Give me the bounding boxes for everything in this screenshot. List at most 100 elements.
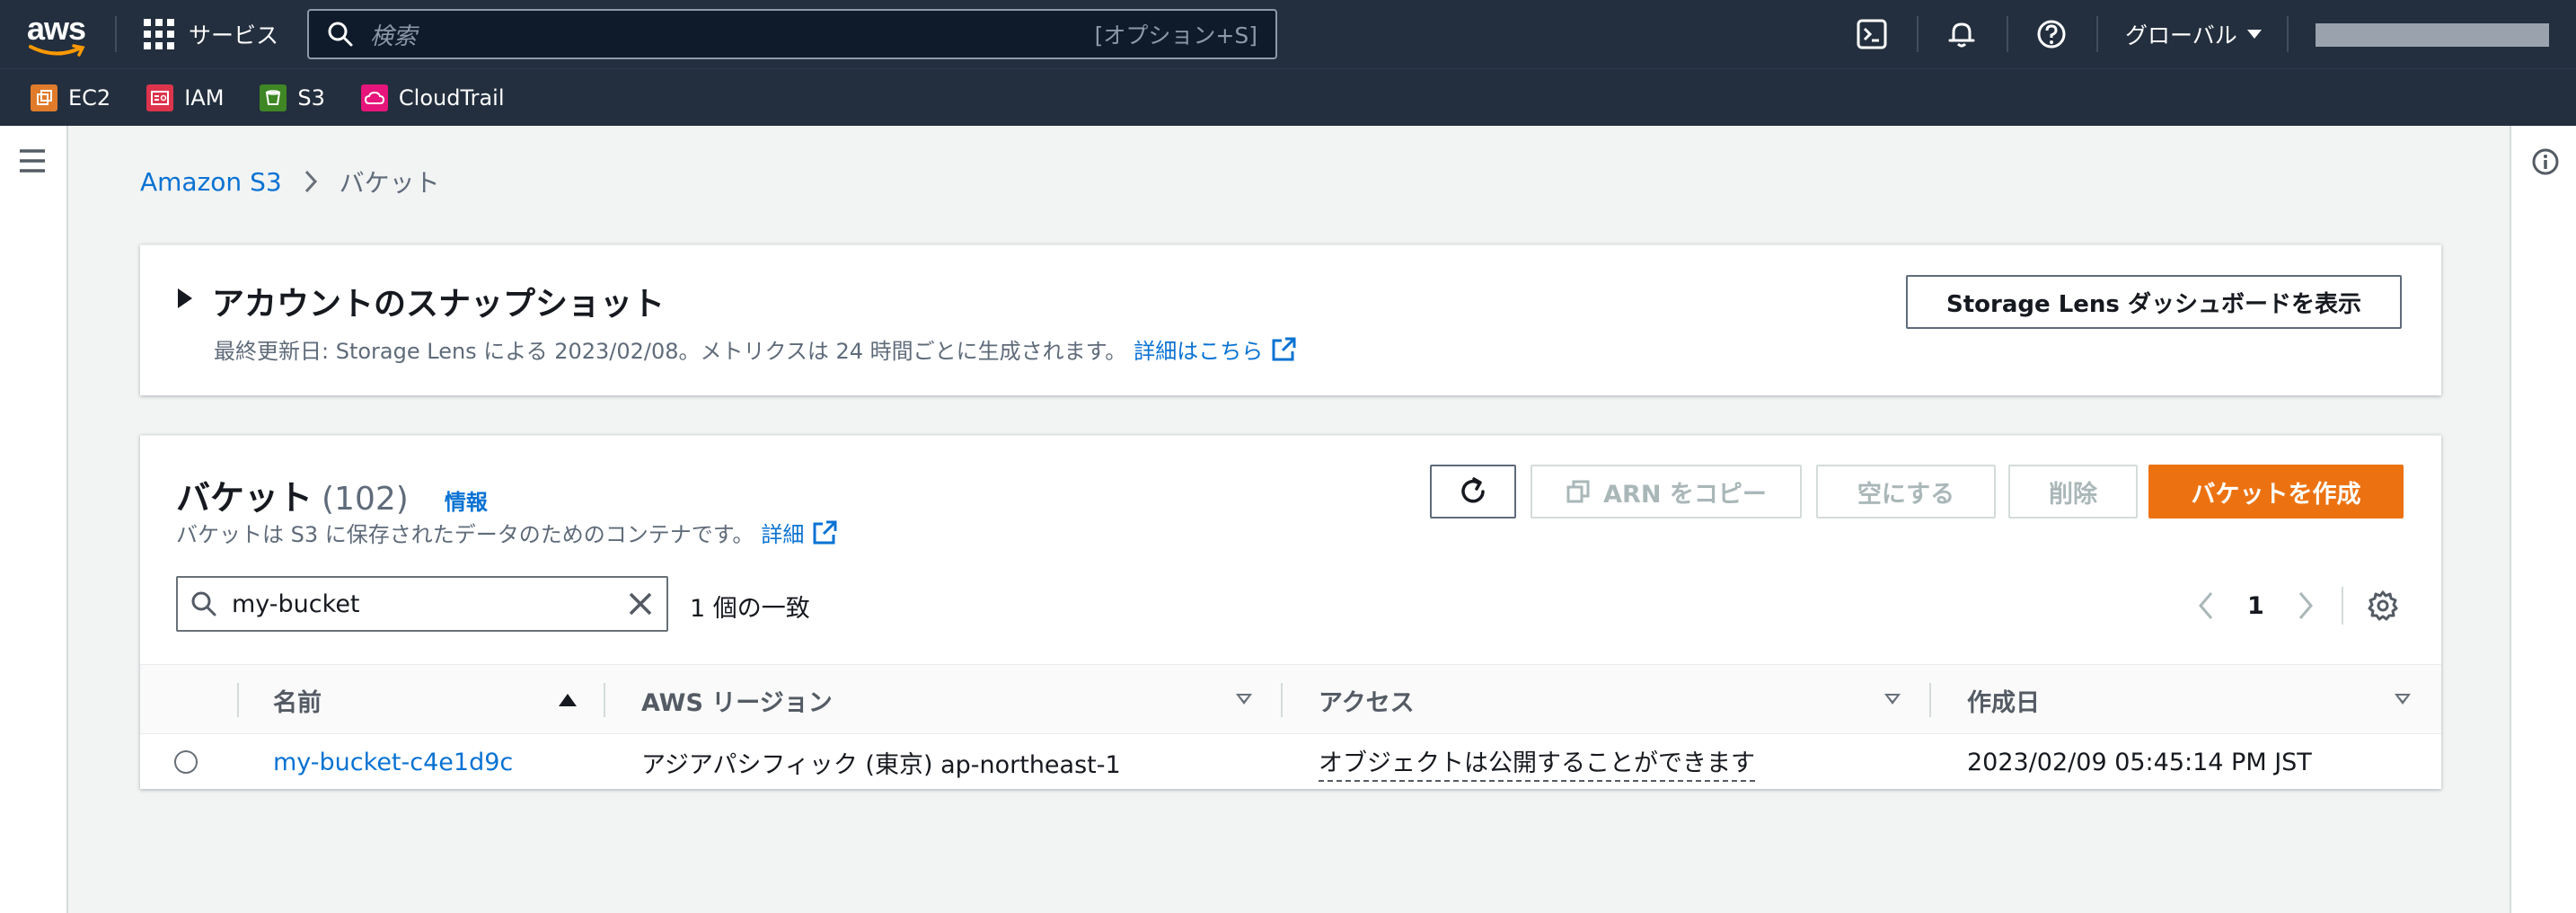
copy-icon xyxy=(1566,480,1590,503)
breadcrumb: Amazon S3 バケット xyxy=(140,164,440,199)
chevron-right-icon[interactable] xyxy=(2297,590,2315,621)
gear-icon[interactable] xyxy=(2367,589,2399,622)
grid-icon xyxy=(144,19,174,49)
bucket-region: アジアパシフィック (東京) ap-northeast-1 xyxy=(641,750,1121,779)
aws-logo[interactable]: aws xyxy=(27,13,90,58)
caret-down-icon xyxy=(2246,30,2262,39)
clear-filter-icon[interactable] xyxy=(627,590,654,617)
column-header-access[interactable]: アクセス xyxy=(1319,665,1415,735)
bucket-created-date: 2023/02/09 05:45:14 PM JST xyxy=(1967,748,2312,776)
nav-divider xyxy=(115,16,117,52)
search-shortcut: [オプション+S] xyxy=(1094,22,1257,49)
notifications-button[interactable] xyxy=(1945,18,1978,50)
empty-bucket-button[interactable]: 空にする xyxy=(1816,465,1996,519)
column-access-label: アクセス xyxy=(1319,688,1415,717)
snapshot-title[interactable]: アカウントのスナップショット xyxy=(212,278,665,324)
sort-caret-icon[interactable] xyxy=(2395,694,2411,705)
sort-caret-icon[interactable] xyxy=(1236,694,1252,705)
create-bucket-button[interactable]: バケットを作成 xyxy=(2148,465,2404,519)
smile-icon xyxy=(29,44,85,57)
sort-ascending-icon[interactable] xyxy=(559,694,577,706)
nav-divider xyxy=(1917,16,1919,52)
account-menu[interactable] xyxy=(2316,23,2549,47)
favorite-ec2[interactable]: EC2 xyxy=(31,84,110,111)
breadcrumb-current: バケット xyxy=(339,168,440,198)
help-icon xyxy=(2037,20,2066,49)
search-input[interactable]: 検索 [オプション+S] xyxy=(307,9,1277,59)
bell-icon xyxy=(1948,22,1975,48)
column-created-label: 作成日 xyxy=(1967,688,2040,717)
buckets-title: バケット xyxy=(176,478,313,518)
favorite-iam[interactable]: IAM xyxy=(146,84,224,111)
bucket-filter-input[interactable]: my-bucket xyxy=(176,576,668,632)
expand-triangle-icon[interactable] xyxy=(178,288,192,308)
account-snapshot-panel: アカウントのスナップショット 最終更新日: Storage Lens による 2… xyxy=(140,244,2441,395)
match-count: 1 個の一致 xyxy=(690,595,810,623)
search-placeholder: 検索 xyxy=(370,22,418,50)
region-label: グローバル xyxy=(2125,22,2237,49)
buckets-details-link[interactable]: 詳細 xyxy=(761,517,804,548)
column-separator xyxy=(1929,683,1931,717)
buckets-panel: バケット (102) 情報 バケットは S3 に保存されたデータのためのコンテナ… xyxy=(140,435,2441,789)
column-region-label: AWS リージョン xyxy=(641,688,833,717)
breadcrumb-amazon-s3[interactable]: Amazon S3 xyxy=(140,167,282,197)
nav-divider xyxy=(2287,16,2289,52)
favorite-label: IAM xyxy=(184,84,225,111)
storage-lens-dashboard-button[interactable]: Storage Lens ダッシュボードを表示 xyxy=(1906,275,2402,329)
snapshot-description-text: 最終更新日: Storage Lens による 2023/02/08。メトリクス… xyxy=(214,339,1127,364)
external-link-icon xyxy=(813,520,837,544)
nav-divider xyxy=(2096,16,2098,52)
search-icon xyxy=(328,22,353,47)
favorite-s3[interactable]: S3 xyxy=(260,84,325,111)
nav-divider xyxy=(2007,16,2008,52)
chevron-right-icon xyxy=(304,170,317,193)
refresh-button[interactable] xyxy=(1430,465,1516,519)
column-header-name[interactable]: 名前 xyxy=(273,665,322,735)
page-number[interactable]: 1 xyxy=(2247,592,2264,620)
hamburger-menu-icon[interactable] xyxy=(18,147,47,174)
favorite-label: EC2 xyxy=(68,84,111,111)
external-link-icon xyxy=(1272,337,1296,360)
snapshot-details-link[interactable]: 詳細はこちら xyxy=(1134,333,1263,365)
row-select-radio[interactable] xyxy=(174,750,198,774)
column-header-region[interactable]: AWS リージョン xyxy=(641,665,833,735)
right-rail xyxy=(2510,126,2576,913)
terminal-icon xyxy=(1857,19,1887,49)
refresh-icon xyxy=(1461,477,1485,503)
snapshot-description: 最終更新日: Storage Lens による 2023/02/08。メトリクス… xyxy=(214,333,1297,365)
delete-bucket-button[interactable]: 削除 xyxy=(2008,465,2138,519)
help-button[interactable] xyxy=(2035,18,2068,50)
filter-value[interactable]: my-bucket xyxy=(232,590,627,618)
favorites-bar: EC2 IAM S3 CloudTrail xyxy=(0,68,2576,126)
search-icon xyxy=(191,591,216,616)
sort-caret-icon[interactable] xyxy=(1884,694,1901,705)
table-header: 名前 AWS リージョン アクセス 作成日 xyxy=(140,664,2441,734)
iam-icon xyxy=(146,84,174,111)
copy-arn-button[interactable]: ARN をコピー xyxy=(1531,465,1802,519)
aws-logo-text: aws xyxy=(27,10,86,47)
column-separator xyxy=(237,683,239,717)
cloudshell-button[interactable] xyxy=(1856,18,1888,50)
region-selector[interactable]: グローバル xyxy=(2125,16,2263,52)
column-separator xyxy=(604,683,605,717)
column-name-label: 名前 xyxy=(273,688,322,717)
services-menu[interactable]: サービス xyxy=(144,16,278,52)
favorite-cloudtrail[interactable]: CloudTrail xyxy=(360,84,505,111)
copy-arn-label: ARN をコピー xyxy=(1603,480,1767,509)
pagination: 1 xyxy=(2197,587,2399,625)
bucket-access[interactable]: オブジェクトは公開することができます xyxy=(1319,743,1755,782)
table-row[interactable]: my-bucket-c4e1d9c アジアパシフィック (東京) ap-nort… xyxy=(140,734,2441,790)
chevron-left-icon[interactable] xyxy=(2197,590,2215,621)
top-navigation: aws サービス 検索 [オプション+S] グローバル xyxy=(0,0,2576,68)
buckets-description: バケットは S3 に保存されたデータのためのコンテナです。 詳細 xyxy=(176,517,838,548)
info-panel-icon[interactable] xyxy=(2531,147,2560,176)
favorite-label: CloudTrail xyxy=(398,84,505,111)
column-header-created[interactable]: 作成日 xyxy=(1967,665,2040,735)
favorite-label: S3 xyxy=(297,84,325,111)
info-link[interactable]: 情報 xyxy=(445,484,488,516)
services-label: サービス xyxy=(189,22,279,49)
left-rail xyxy=(0,126,68,913)
buckets-header: バケット (102) 情報 xyxy=(176,470,488,519)
bucket-name-link[interactable]: my-bucket-c4e1d9c xyxy=(273,749,513,776)
ec2-icon xyxy=(31,84,57,111)
